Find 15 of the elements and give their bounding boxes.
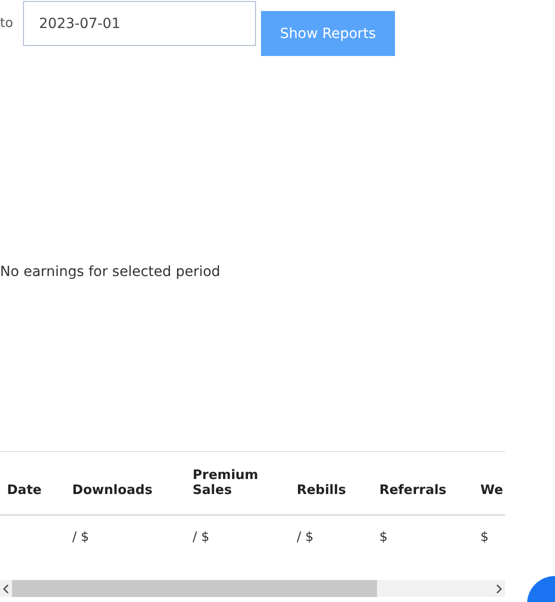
date-field[interactable]: 2023-07-01	[23, 1, 256, 46]
column-header[interactable]: We	[473, 452, 505, 515]
field-label: to	[0, 16, 14, 31]
column-header[interactable]: Referrals	[372, 452, 474, 515]
table-cell: / $	[65, 515, 186, 561]
column-header[interactable]: Rebills	[290, 452, 372, 515]
table-cell: / $	[186, 515, 290, 561]
table-cell: / $	[290, 515, 372, 561]
table-cell: $	[372, 515, 474, 561]
horizontal-scrollbar[interactable]	[0, 580, 505, 597]
column-header[interactable]: Date	[0, 452, 66, 515]
column-header[interactable]: Downloads	[65, 452, 186, 515]
table-cell: $	[473, 515, 505, 561]
column-header[interactable]: Premium Sales	[186, 452, 290, 515]
empty-message: No earnings for selected period	[0, 264, 220, 280]
